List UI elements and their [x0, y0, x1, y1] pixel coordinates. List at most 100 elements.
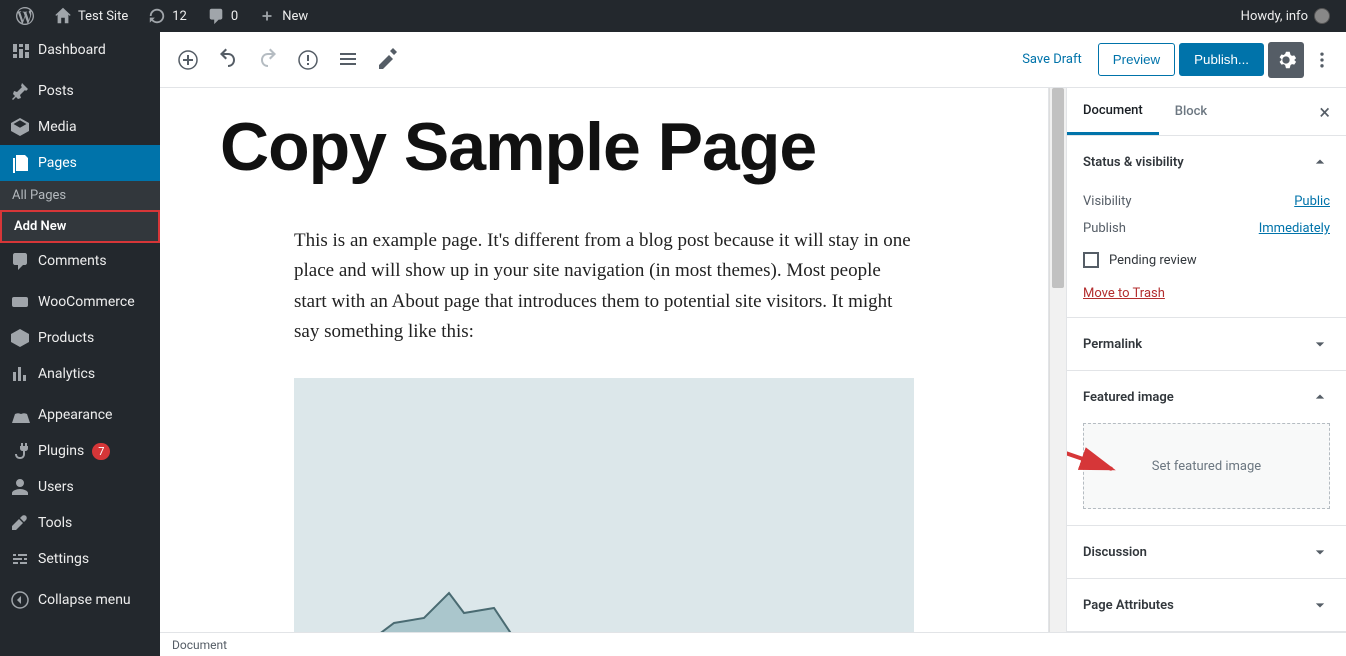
- boat-illustration-icon: [354, 588, 534, 632]
- menu-products[interactable]: Products: [0, 320, 160, 356]
- image-block[interactable]: [294, 378, 914, 632]
- visibility-label: Visibility: [1083, 194, 1132, 209]
- woocommerce-icon: [10, 292, 30, 312]
- submenu-add-new[interactable]: Add New: [0, 210, 160, 243]
- visibility-value[interactable]: Public: [1294, 194, 1330, 209]
- menu-collapse[interactable]: Collapse menu: [0, 582, 160, 618]
- panel-featured-header[interactable]: Featured image: [1067, 371, 1346, 423]
- redo-button[interactable]: [250, 42, 286, 78]
- menu-label: Tools: [38, 515, 72, 531]
- content-structure-button[interactable]: [290, 42, 326, 78]
- menu-pages[interactable]: Pages: [0, 145, 160, 181]
- menu-label: Products: [38, 330, 94, 346]
- editor-topbar: Save Draft Preview Publish...: [160, 32, 1346, 88]
- preview-button[interactable]: Preview: [1098, 43, 1175, 76]
- editor-canvas[interactable]: Copy Sample Page This is an example page…: [160, 88, 1049, 632]
- updates[interactable]: 12: [140, 0, 195, 32]
- panel-discussion-header[interactable]: Discussion: [1067, 526, 1346, 578]
- comments[interactable]: 0: [199, 0, 246, 32]
- tab-block[interactable]: Block: [1159, 90, 1223, 133]
- checkbox-icon[interactable]: [1083, 252, 1099, 268]
- publish-button[interactable]: Publish...: [1179, 43, 1264, 76]
- chevron-up-icon: [1310, 152, 1330, 172]
- move-trash-link[interactable]: Move to Trash: [1083, 286, 1165, 301]
- save-draft-button[interactable]: Save Draft: [1010, 44, 1094, 75]
- submenu-pages: All Pages Add New: [0, 181, 160, 243]
- collapse-icon: [10, 590, 30, 610]
- panel-discussion: Discussion: [1067, 526, 1346, 579]
- submenu-all-pages[interactable]: All Pages: [0, 181, 160, 210]
- menu-comments[interactable]: Comments: [0, 243, 160, 279]
- settings-icon: [10, 549, 30, 569]
- add-block-button[interactable]: [170, 42, 206, 78]
- pending-review-label: Pending review: [1109, 253, 1197, 268]
- chevron-down-icon: [1310, 595, 1330, 615]
- menu-woocommerce[interactable]: WooCommerce: [0, 284, 160, 320]
- menu-label: Media: [38, 119, 77, 135]
- home-icon: [54, 7, 72, 25]
- scrollbar-thumb[interactable]: [1052, 88, 1064, 288]
- updates-count: 12: [172, 9, 187, 24]
- close-inspector-button[interactable]: ×: [1303, 100, 1346, 124]
- panel-title: Discussion: [1083, 545, 1147, 560]
- tools-icon: [10, 513, 30, 533]
- comments-count: 0: [231, 9, 238, 24]
- menu-label: Pages: [38, 155, 77, 171]
- publish-value[interactable]: Immediately: [1259, 221, 1330, 236]
- menu-label: Settings: [38, 551, 89, 567]
- menu-users[interactable]: Users: [0, 469, 160, 505]
- users-icon: [10, 477, 30, 497]
- menu-analytics[interactable]: Analytics: [0, 356, 160, 392]
- edit-button[interactable]: [370, 42, 406, 78]
- canvas-scrollbar[interactable]: [1049, 88, 1066, 632]
- undo-button[interactable]: [210, 42, 246, 78]
- admin-bar: Test Site 12 0 New Howdy, info: [0, 0, 1346, 32]
- more-options-button[interactable]: [1308, 42, 1336, 78]
- block-nav-button[interactable]: [330, 42, 366, 78]
- editor: Save Draft Preview Publish... Copy Sampl…: [160, 32, 1346, 656]
- wp-logo[interactable]: [8, 0, 42, 32]
- pin-icon: [10, 81, 30, 101]
- set-featured-label: Set featured image: [1152, 459, 1261, 474]
- panel-featured: Featured image Set featured image: [1067, 371, 1346, 526]
- avatar: [1314, 8, 1330, 24]
- panel-status-header[interactable]: Status & visibility: [1067, 136, 1346, 188]
- site-name[interactable]: Test Site: [46, 0, 136, 32]
- dashboard-icon: [10, 40, 30, 60]
- menu-dashboard[interactable]: Dashboard: [0, 32, 160, 68]
- menu-plugins[interactable]: Plugins 7: [0, 433, 160, 469]
- comment-icon: [207, 7, 225, 25]
- menu-label: Collapse menu: [38, 592, 131, 608]
- menu-tools[interactable]: Tools: [0, 505, 160, 541]
- pages-icon: [10, 153, 30, 173]
- menu-media[interactable]: Media: [0, 109, 160, 145]
- panel-title: Featured image: [1083, 390, 1174, 405]
- page-title[interactable]: Copy Sample Page: [220, 88, 988, 226]
- panel-title: Permalink: [1083, 337, 1142, 352]
- chevron-down-icon: [1310, 542, 1330, 562]
- new-content[interactable]: New: [250, 0, 316, 32]
- products-icon: [10, 328, 30, 348]
- panel-title: Page Attributes: [1083, 598, 1174, 613]
- menu-label: Dashboard: [38, 42, 106, 58]
- menu-posts[interactable]: Posts: [0, 73, 160, 109]
- page-paragraph[interactable]: This is an example page. It's different …: [294, 226, 914, 348]
- settings-gear-button[interactable]: [1268, 42, 1304, 78]
- new-label: New: [282, 9, 308, 24]
- inspector-sidebar: Document Block × Status & visibility Vis…: [1066, 88, 1346, 632]
- analytics-icon: [10, 364, 30, 384]
- panel-permalink-header[interactable]: Permalink: [1067, 318, 1346, 370]
- plugins-badge: 7: [92, 443, 110, 460]
- menu-appearance[interactable]: Appearance: [0, 397, 160, 433]
- plus-icon: [258, 7, 276, 25]
- menu-label: Users: [38, 479, 74, 495]
- menu-settings[interactable]: Settings: [0, 541, 160, 577]
- tab-document[interactable]: Document: [1067, 89, 1159, 135]
- pending-review-row[interactable]: Pending review: [1083, 242, 1330, 278]
- breadcrumb[interactable]: Document: [172, 638, 227, 652]
- set-featured-image-button[interactable]: Set featured image: [1083, 423, 1330, 509]
- panel-attributes-header[interactable]: Page Attributes: [1067, 579, 1346, 631]
- publish-label: Publish: [1083, 221, 1126, 236]
- user-menu[interactable]: Howdy, info: [1233, 0, 1338, 32]
- howdy-label: Howdy, info: [1241, 9, 1308, 24]
